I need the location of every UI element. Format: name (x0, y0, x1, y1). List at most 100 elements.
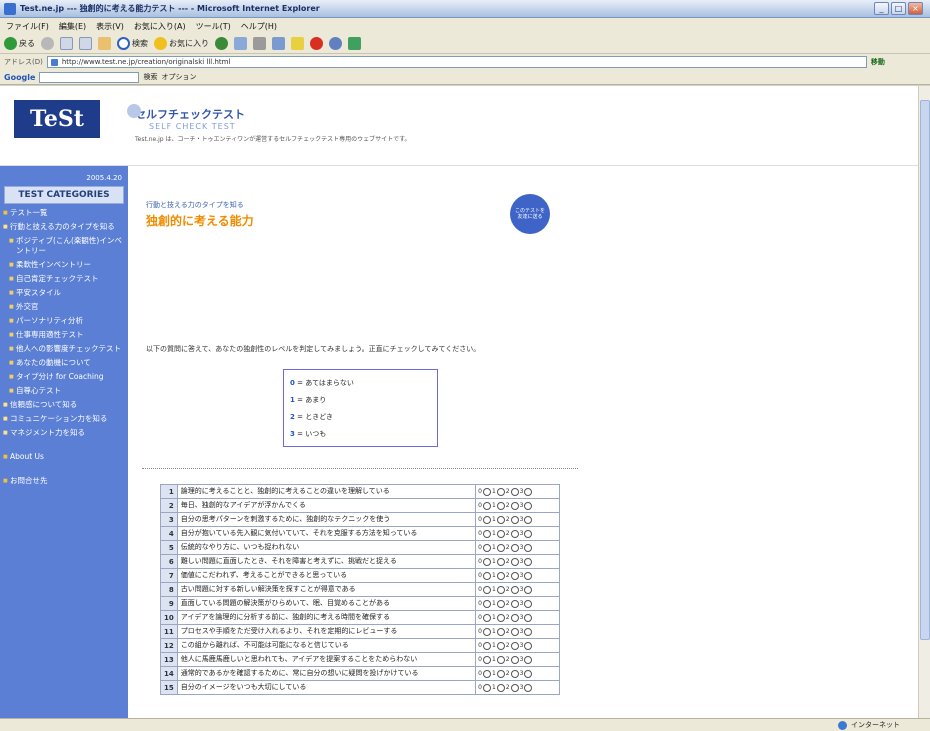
menu-view[interactable]: 表示(V) (96, 21, 124, 32)
radio-circle-icon[interactable] (482, 683, 491, 692)
radio-circle-icon[interactable] (524, 501, 533, 510)
radio-circle-icon[interactable] (496, 501, 505, 510)
radio-circle-icon[interactable] (482, 585, 491, 594)
radio-circle-icon[interactable] (482, 627, 491, 636)
radio-circle-icon[interactable] (524, 683, 533, 692)
refresh-button[interactable] (79, 36, 92, 52)
menu-file[interactable]: ファイル(F) (6, 21, 49, 32)
google-search-button[interactable]: 検索 (143, 72, 157, 82)
answer-radio[interactable]: 0 (478, 683, 491, 692)
radio-circle-icon[interactable] (524, 669, 533, 678)
radio-circle-icon[interactable] (482, 557, 491, 566)
sidebar-item[interactable]: コミュニケーション力を知る (0, 412, 128, 426)
minimize-button[interactable]: _ (874, 2, 889, 15)
radio-circle-icon[interactable] (482, 669, 491, 678)
answer-radio[interactable]: 3 (520, 599, 533, 608)
sidebar-item[interactable]: お問合せ先 (0, 474, 128, 488)
answer-radio[interactable]: 2 (506, 487, 519, 496)
radio-circle-icon[interactable] (510, 501, 519, 510)
sidebar-item[interactable]: 仕事専用適性テスト (0, 328, 128, 342)
sidebar-item[interactable]: テスト一覧 (0, 206, 128, 220)
answer-radio[interactable]: 0 (478, 529, 491, 538)
radio-circle-icon[interactable] (496, 543, 505, 552)
google-search-input[interactable] (39, 71, 140, 83)
radio-circle-icon[interactable] (510, 627, 519, 636)
discuss-button[interactable] (291, 36, 304, 52)
radio-circle-icon[interactable] (524, 613, 533, 622)
radio-circle-icon[interactable] (496, 599, 505, 608)
answer-radio[interactable]: 1 (492, 543, 505, 552)
sidebar-item[interactable]: 外交官 (0, 300, 128, 314)
answer-radio[interactable]: 2 (506, 599, 519, 608)
radio-circle-icon[interactable] (510, 641, 519, 650)
sidebar-item[interactable]: 自尊心テスト (0, 384, 128, 398)
radio-circle-icon[interactable] (496, 571, 505, 580)
radio-circle-icon[interactable] (496, 557, 505, 566)
address-input[interactable]: http://www.test.ne.jp/creation/originals… (46, 56, 867, 68)
close-button[interactable]: × (908, 2, 923, 15)
answer-radio[interactable]: 1 (492, 571, 505, 580)
radio-circle-icon[interactable] (524, 543, 533, 552)
answer-radio[interactable]: 2 (506, 501, 519, 510)
sidebar-item[interactable]: About Us (0, 450, 128, 464)
answer-radio[interactable]: 2 (506, 529, 519, 538)
radio-circle-icon[interactable] (482, 501, 491, 510)
answer-radio[interactable]: 0 (478, 599, 491, 608)
radio-circle-icon[interactable] (510, 487, 519, 496)
radio-circle-icon[interactable] (482, 543, 491, 552)
answer-radio[interactable]: 1 (492, 669, 505, 678)
favorites-button[interactable]: お気に入り (154, 36, 209, 52)
answer-radio[interactable]: 1 (492, 515, 505, 524)
answer-radio[interactable]: 2 (506, 585, 519, 594)
radio-circle-icon[interactable] (510, 669, 519, 678)
answer-radio[interactable]: 1 (492, 627, 505, 636)
radio-circle-icon[interactable] (496, 613, 505, 622)
answer-radio[interactable]: 3 (520, 515, 533, 524)
radio-circle-icon[interactable] (510, 585, 519, 594)
research-button[interactable] (348, 36, 361, 52)
radio-circle-icon[interactable] (524, 599, 533, 608)
sidebar-item[interactable]: パーソナリティ分析 (0, 314, 128, 328)
radio-circle-icon[interactable] (524, 515, 533, 524)
answer-radio[interactable]: 3 (520, 557, 533, 566)
messenger-button[interactable] (310, 36, 323, 52)
answer-radio[interactable]: 3 (520, 571, 533, 580)
answer-radio[interactable]: 3 (520, 627, 533, 636)
answer-radio[interactable]: 3 (520, 641, 533, 650)
radio-circle-icon[interactable] (496, 529, 505, 538)
radio-circle-icon[interactable] (524, 529, 533, 538)
menu-tools[interactable]: ツール(T) (196, 21, 231, 32)
answer-radio[interactable]: 3 (520, 487, 533, 496)
radio-circle-icon[interactable] (510, 571, 519, 580)
radio-circle-icon[interactable] (524, 571, 533, 580)
answer-radio[interactable]: 2 (506, 613, 519, 622)
answer-radio[interactable]: 1 (492, 585, 505, 594)
answer-radio[interactable]: 0 (478, 557, 491, 566)
radio-circle-icon[interactable] (496, 487, 505, 496)
forward-button[interactable] (41, 36, 54, 52)
radio-circle-icon[interactable] (524, 557, 533, 566)
answer-radio[interactable]: 3 (520, 683, 533, 692)
radio-circle-icon[interactable] (482, 641, 491, 650)
edit-button[interactable] (272, 36, 285, 52)
answer-radio[interactable]: 1 (492, 487, 505, 496)
radio-circle-icon[interactable] (482, 487, 491, 496)
send-to-friend-button[interactable]: このテストを友達に送る (510, 194, 550, 234)
sidebar-item[interactable]: 平安スタイル (0, 286, 128, 300)
history-button[interactable] (215, 36, 228, 52)
sidebar-item[interactable]: 行動と技える力のタイプを知る (0, 220, 128, 234)
radio-circle-icon[interactable] (510, 655, 519, 664)
answer-radio[interactable]: 3 (520, 543, 533, 552)
google-options-button[interactable]: オプション (161, 72, 196, 82)
radio-circle-icon[interactable] (524, 655, 533, 664)
radio-circle-icon[interactable] (482, 655, 491, 664)
answer-radio[interactable]: 3 (520, 613, 533, 622)
answer-radio[interactable]: 3 (520, 501, 533, 510)
answer-radio[interactable]: 0 (478, 585, 491, 594)
maximize-button[interactable]: □ (891, 2, 906, 15)
menu-help[interactable]: ヘルプ(H) (241, 21, 277, 32)
radio-circle-icon[interactable] (524, 585, 533, 594)
answer-radio[interactable]: 1 (492, 501, 505, 510)
answer-radio[interactable]: 0 (478, 501, 491, 510)
radio-circle-icon[interactable] (524, 641, 533, 650)
